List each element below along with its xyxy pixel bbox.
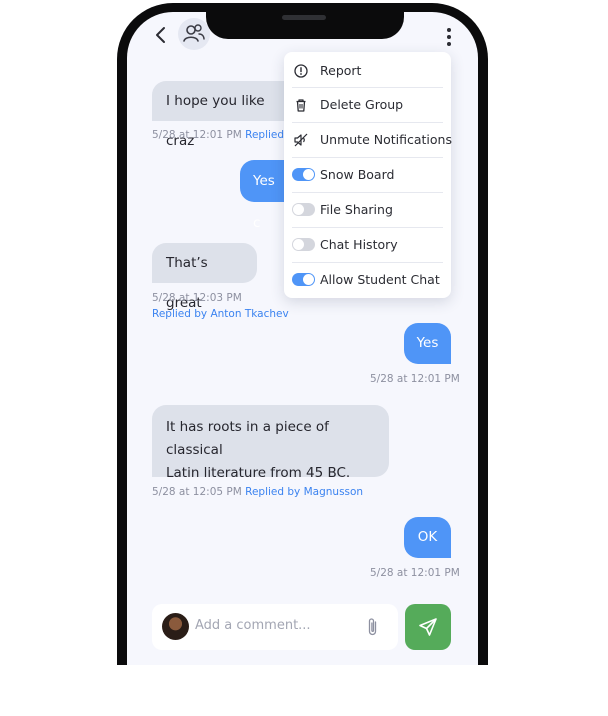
message-meta: 5/28 at 12:01 PM Replied b [152, 129, 294, 141]
toggle-label: Chat History [320, 237, 398, 252]
menu-item-report[interactable]: Report [292, 54, 443, 88]
menu-item-label: Delete Group [320, 97, 404, 112]
comment-input-bar[interactable]: Add a comment... [152, 604, 398, 650]
phone-speaker [282, 15, 326, 20]
message-bubble: OK [404, 517, 451, 558]
menu-item-label: Unmute Notifications [320, 132, 452, 147]
menu-toggle-snow-board[interactable]: Snow Board [292, 157, 443, 192]
toggle-switch[interactable] [292, 273, 315, 286]
alert-circle-icon [294, 64, 308, 78]
chevron-left-icon[interactable] [152, 24, 170, 46]
menu-toggle-chat-history[interactable]: Chat History [292, 227, 443, 262]
message-bubble: I hope you like craz [152, 81, 284, 149]
message-meta: Replied by Anton Tkachev [152, 308, 289, 320]
avatar [162, 613, 189, 640]
message-bubble: It has roots in a piece of classical Lat… [152, 405, 389, 481]
message-text-line: Latin literature from 45 BC. [166, 465, 351, 481]
message-time: 5/28 at 12:01 PM [370, 567, 460, 579]
menu-item-unmute-notifications[interactable]: Unmute Notifications [292, 122, 452, 157]
toggle-switch[interactable] [292, 168, 315, 181]
message-bubble: Yes [404, 323, 451, 364]
trash-icon [296, 99, 306, 112]
users-icon[interactable] [178, 18, 210, 50]
volume-off-icon [294, 133, 308, 147]
menu-toggle-file-sharing[interactable]: File Sharing [292, 192, 443, 227]
message-text: OK [417, 529, 438, 545]
phone-notch [206, 3, 404, 39]
comment-input[interactable]: Add a comment... [195, 618, 311, 633]
group-options-menu: Report Delete Group Unmute Notifications… [284, 52, 452, 298]
send-button[interactable] [405, 604, 451, 650]
more-vertical-icon[interactable] [446, 27, 452, 47]
toggle-switch[interactable] [292, 203, 315, 216]
replied-by-link[interactable]: Replied by Anton Tkachev [152, 308, 289, 320]
message-time: 5/28 at 12:05 PM [152, 486, 242, 498]
replied-by-link[interactable]: Replied by Magnusson [245, 486, 363, 498]
toggle-label: Allow Student Chat [320, 272, 440, 287]
message-time: 5/28 at 12:01 PM [152, 129, 242, 141]
message-text-line: It has roots in a piece of classical [166, 419, 329, 458]
toggle-switch[interactable] [292, 238, 315, 251]
message-time: 5/28 at 12:03 PM [152, 292, 242, 304]
message-bubble: That’s great [152, 243, 257, 311]
message-meta: 5/28 at 12:03 PM [152, 292, 242, 304]
toggle-label: File Sharing [320, 202, 393, 217]
send-icon [419, 618, 437, 636]
message-bubble: Yes c [240, 160, 284, 231]
menu-item-delete-group[interactable]: Delete Group [292, 87, 443, 122]
message-time: 5/28 at 12:01 PM [370, 373, 460, 385]
menu-toggle-allow-student-chat[interactable]: Allow Student Chat [292, 262, 443, 297]
toggle-label: Snow Board [320, 167, 395, 182]
menu-item-label: Report [320, 63, 362, 78]
message-text: Yes [416, 335, 439, 351]
message-meta: 5/28 at 12:05 PM Replied by Magnusson [152, 486, 363, 498]
paperclip-icon[interactable] [366, 616, 380, 638]
